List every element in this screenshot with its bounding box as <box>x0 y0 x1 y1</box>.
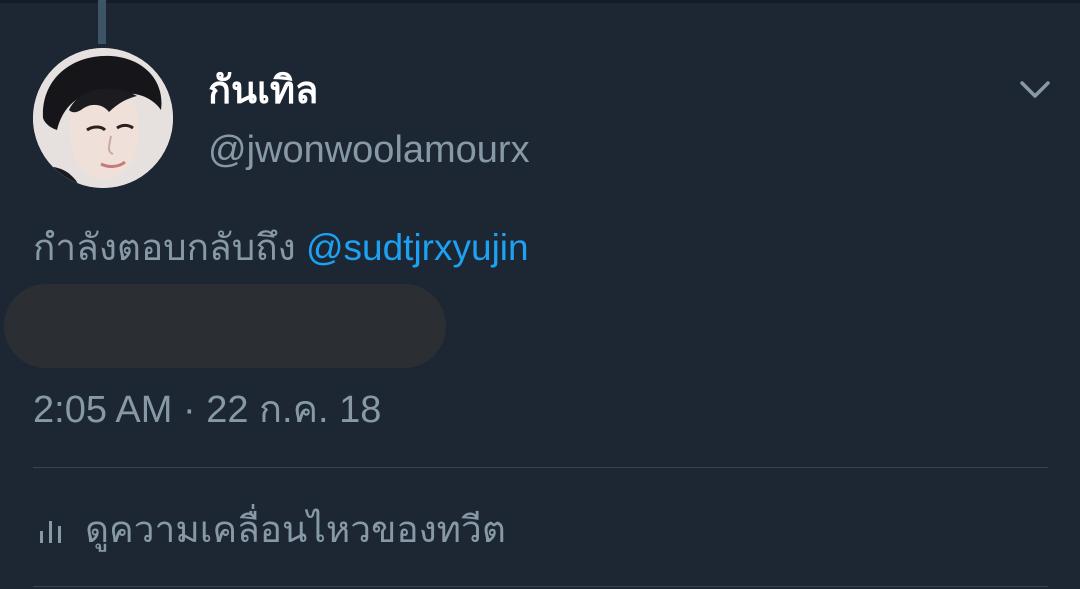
tweet-timestamp[interactable]: 2:05 AM · 22 ก.ค. 18 <box>33 386 381 434</box>
bar-chart-icon <box>37 515 67 545</box>
chevron-down-icon[interactable] <box>1016 70 1054 108</box>
divider <box>33 467 1048 468</box>
display-name[interactable]: กันเทิล <box>208 66 318 116</box>
replying-to-line: กำลังตอบกลับถึง @sudtjrxyujin <box>33 224 529 272</box>
divider <box>33 586 1048 587</box>
user-handle[interactable]: @jwonwoolamourx <box>208 126 530 174</box>
redacted-tweet-text <box>4 284 446 368</box>
top-border <box>0 0 1080 3</box>
mention-link[interactable]: @sudtjrxyujin <box>306 227 529 268</box>
avatar[interactable] <box>33 48 173 188</box>
replying-to-label: กำลังตอบกลับถึง <box>33 227 296 268</box>
avatar-photo <box>33 48 173 188</box>
thread-connector-line <box>98 0 106 44</box>
view-tweet-activity-button[interactable]: ดูความเคลื่อนไหวของทวีต <box>37 505 506 555</box>
view-tweet-activity-label: ดูความเคลื่อนไหวของทวีต <box>85 509 506 550</box>
